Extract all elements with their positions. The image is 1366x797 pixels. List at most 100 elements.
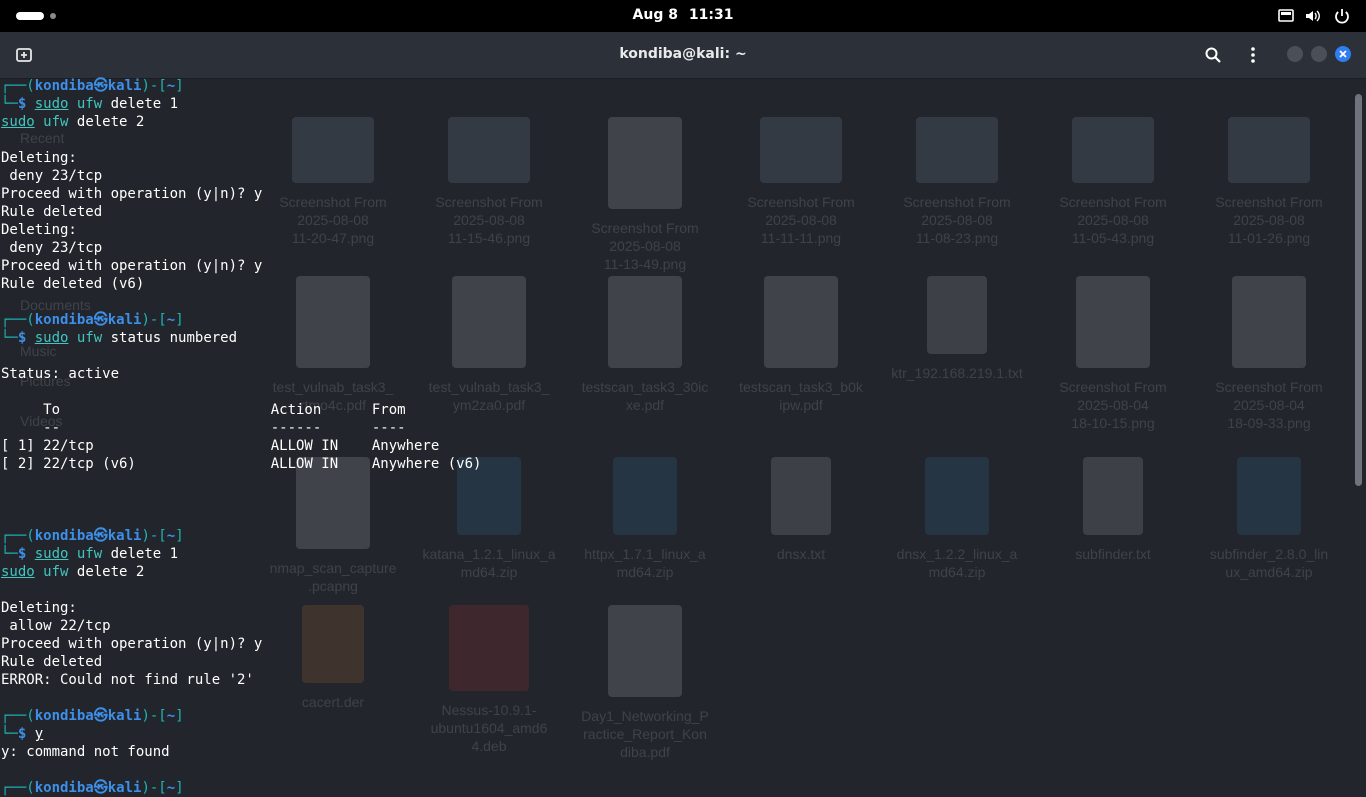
prompt-dir: ~ bbox=[166, 780, 176, 796]
system-top-bar: Aug 8 11:31 bbox=[0, 0, 1366, 32]
power-icon[interactable] bbox=[1333, 7, 1351, 25]
terminal-line: -- ------ ---- bbox=[1, 419, 1341, 437]
prompt-frame: )-[ bbox=[141, 780, 167, 796]
terminal-line: └─$ y bbox=[1, 725, 1341, 743]
clock[interactable]: Aug 8 11:31 bbox=[0, 7, 1366, 23]
output-text: Proceed with operation (y|n)? y bbox=[1, 186, 263, 202]
close-icon bbox=[1339, 50, 1347, 58]
command-args: delete 1 bbox=[110, 546, 179, 562]
output-text: deny 23/tcp bbox=[1, 168, 103, 184]
output-text: -- ------ ---- bbox=[1, 420, 406, 436]
terminal-line: deny 23/tcp bbox=[1, 239, 1341, 257]
command-args: delete 2 bbox=[76, 564, 145, 580]
prompt-frame: └─ bbox=[1, 546, 18, 562]
output-text: Proceed with operation (y|n)? y bbox=[1, 258, 263, 274]
terminal-line: ┌──(kondiba㉿kali)-[~] bbox=[1, 707, 1341, 725]
command-args: delete 1 bbox=[110, 96, 179, 112]
terminal-line: y: command not found bbox=[1, 743, 1341, 761]
prompt-dir: ~ bbox=[166, 312, 176, 328]
prompt-frame: ] bbox=[175, 708, 184, 724]
close-button[interactable] bbox=[1335, 46, 1351, 62]
terminal-line: To Action From bbox=[1, 401, 1341, 419]
prompt-user: kondiba bbox=[34, 312, 94, 328]
terminal-line: Deleting: bbox=[1, 221, 1341, 239]
prompt-user: kondiba bbox=[34, 528, 94, 544]
prompt-dir: ~ bbox=[166, 708, 176, 724]
prompt-dollar: $ bbox=[17, 330, 35, 346]
terminal-line: ┌──(kondiba㉿kali)-[~] bbox=[1, 779, 1341, 797]
search-icon[interactable] bbox=[1202, 44, 1224, 66]
output-text: deny 23/tcp bbox=[1, 240, 103, 256]
command-sudo: sudo bbox=[34, 330, 69, 346]
maximize-button[interactable] bbox=[1311, 46, 1327, 62]
terminal-line: Deleting: bbox=[1, 149, 1341, 167]
terminal-line: └─$ sudo ufw status numbered bbox=[1, 329, 1341, 347]
prompt-dollar: $ bbox=[17, 726, 35, 742]
kebab-menu-icon[interactable] bbox=[1242, 44, 1264, 66]
prompt-at-icon: ㉿ bbox=[93, 708, 108, 724]
output-text: Deleting: bbox=[1, 600, 77, 616]
output-text: ERROR: Could not find rule '2' bbox=[1, 672, 254, 688]
prompt-frame: ┌──( bbox=[1, 312, 35, 328]
terminal-line: sudo ufw delete 2 bbox=[1, 113, 1341, 131]
prompt-frame: )-[ bbox=[141, 78, 167, 94]
prompt-host: kali bbox=[107, 78, 142, 94]
prompt-frame: └─ bbox=[1, 330, 18, 346]
prompt-at-icon: ㉿ bbox=[93, 780, 108, 796]
terminal-line: Deleting: bbox=[1, 599, 1341, 617]
output-text: Proceed with operation (y|n)? y bbox=[1, 636, 263, 652]
scrollbar-thumb[interactable] bbox=[1355, 94, 1362, 486]
prompt-frame: └─ bbox=[1, 96, 18, 112]
terminal-line: ERROR: Could not find rule '2' bbox=[1, 671, 1341, 689]
terminal-line: Status: active bbox=[1, 365, 1341, 383]
output-text: [ 2] 22/tcp (v6) ALLOW IN Anywhere (v6) bbox=[1, 456, 482, 472]
command-ufw: ufw bbox=[76, 96, 103, 112]
output-text: allow 22/tcp bbox=[1, 618, 111, 634]
terminal-line: allow 22/tcp bbox=[1, 617, 1341, 635]
volume-icon[interactable] bbox=[1304, 7, 1322, 25]
output-text: Rule deleted (v6) bbox=[1, 276, 145, 292]
terminal-line: Rule deleted bbox=[1, 203, 1341, 221]
command-args: status numbered bbox=[110, 330, 238, 346]
prompt-frame: └─ bbox=[1, 726, 18, 742]
terminal-line: [ 2] 22/tcp (v6) ALLOW IN Anywhere (v6) bbox=[1, 455, 1341, 473]
terminal-line: Proceed with operation (y|n)? y bbox=[1, 635, 1341, 653]
prompt-at-icon: ㉿ bbox=[93, 78, 108, 94]
prompt-host: kali bbox=[107, 708, 142, 724]
prompt-user: kondiba bbox=[34, 78, 94, 94]
terminal-line: Rule deleted (v6) bbox=[1, 275, 1341, 293]
prompt-dollar: $ bbox=[17, 546, 35, 562]
command-ufw: ufw bbox=[76, 546, 103, 562]
command-ufw: ufw bbox=[76, 330, 103, 346]
command-sudo: sudo bbox=[34, 546, 69, 562]
command-sudo: sudo bbox=[34, 96, 69, 112]
terminal-line: Proceed with operation (y|n)? y bbox=[1, 257, 1341, 275]
prompt-frame: ┌──( bbox=[1, 528, 35, 544]
terminal-line: ┌──(kondiba㉿kali)-[~] bbox=[1, 527, 1341, 545]
command-args: delete 2 bbox=[76, 114, 145, 130]
output-text: y: command not found bbox=[1, 744, 170, 760]
prompt-host: kali bbox=[107, 528, 142, 544]
screen-icon[interactable] bbox=[1277, 7, 1295, 25]
output-text: Rule deleted bbox=[1, 204, 103, 220]
prompt-frame: ┌──( bbox=[1, 78, 35, 94]
prompt-frame: )-[ bbox=[141, 528, 167, 544]
prompt-frame: )-[ bbox=[141, 312, 167, 328]
terminal-output[interactable]: ┌──(kondiba㉿kali)-[~] └─$ sudo ufw delete… bbox=[1, 77, 1341, 796]
prompt-frame: ] bbox=[175, 312, 184, 328]
minimize-button[interactable] bbox=[1287, 46, 1303, 62]
clock-date: Aug 8 bbox=[632, 7, 678, 23]
terminal-line: ┌──(kondiba㉿kali)-[~] bbox=[1, 311, 1341, 329]
command-sudo: sudo bbox=[1, 114, 35, 130]
output-text: To Action From bbox=[1, 402, 406, 418]
command-sudo: sudo bbox=[1, 564, 35, 580]
prompt-dollar: $ bbox=[17, 96, 35, 112]
output-text: [ 1] 22/tcp ALLOW IN Anywhere bbox=[1, 438, 440, 454]
